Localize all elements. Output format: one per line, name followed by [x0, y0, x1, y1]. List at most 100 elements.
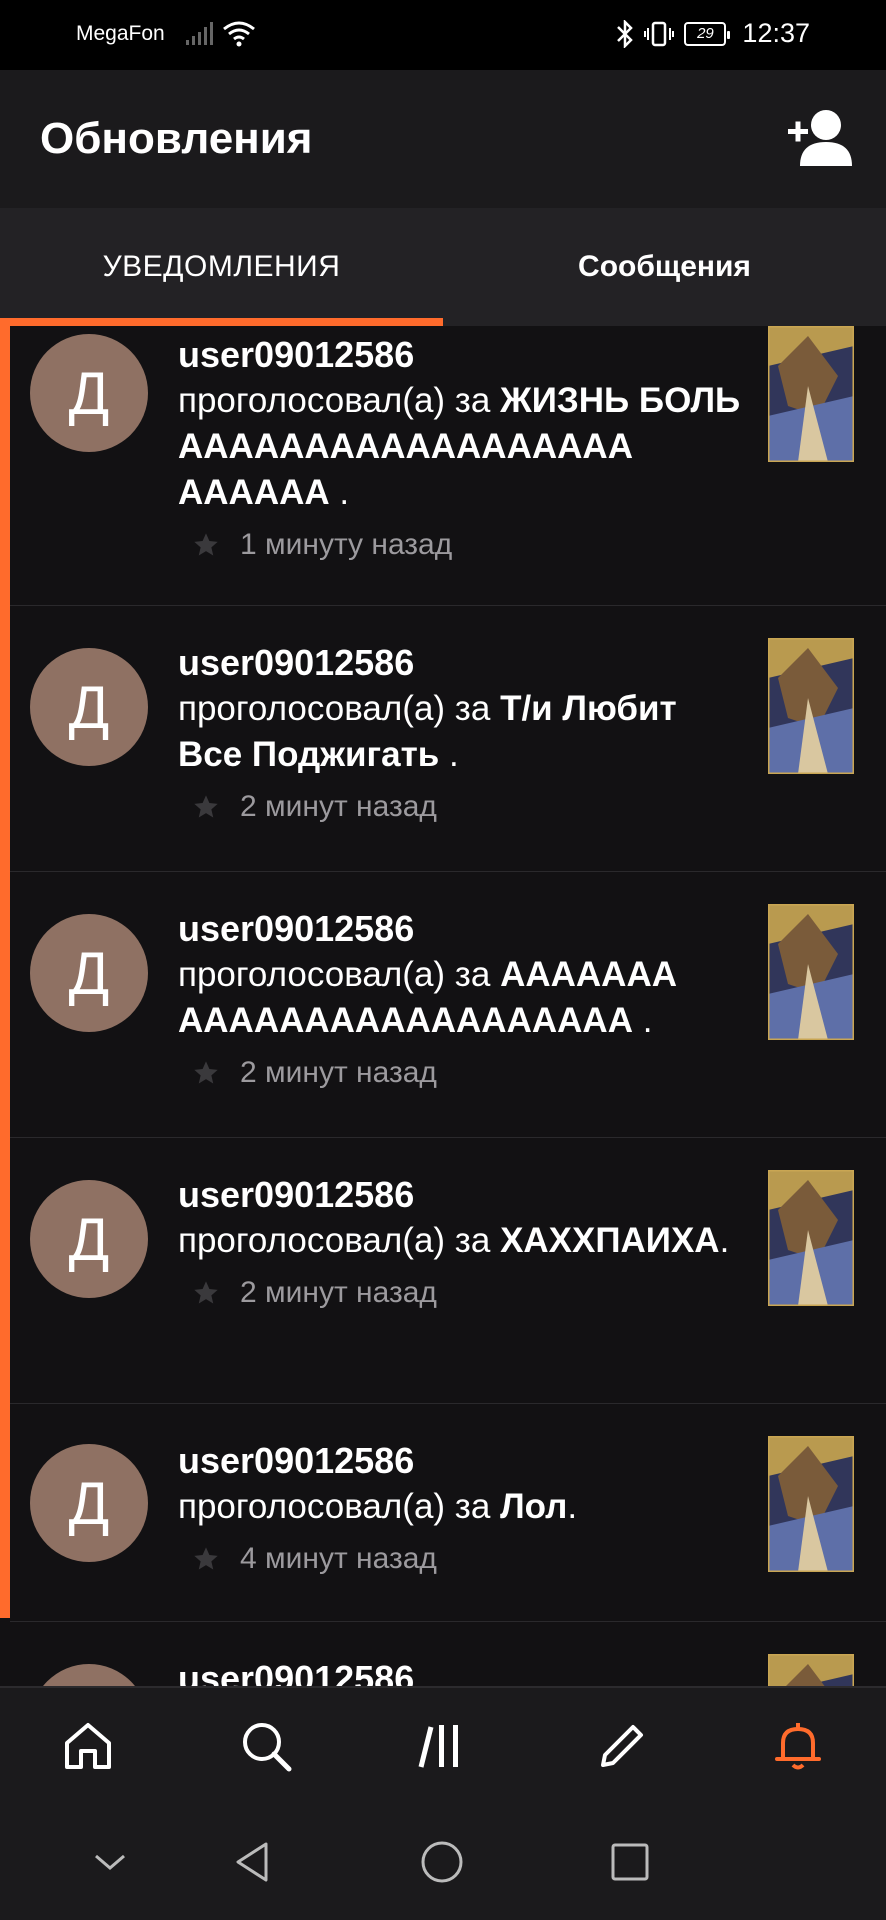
- nav-search[interactable]: [236, 1716, 296, 1776]
- tab-active-indicator: [0, 318, 443, 326]
- story-cover-thumbnail[interactable]: [768, 1654, 854, 1686]
- unread-accent-bar: [0, 326, 10, 1618]
- username[interactable]: user09012586: [178, 906, 748, 952]
- notification-item[interactable]: Д user09012586: [10, 1622, 886, 1686]
- notification-message: проголосовал(а) за ААААААА ААААААААААААА…: [178, 952, 748, 1044]
- notification-meta: 2 минут назад: [192, 1276, 748, 1310]
- system-nav-bar: [0, 1796, 886, 1920]
- notification-body: user09012586: [178, 1656, 748, 1686]
- star-icon: [194, 1547, 218, 1570]
- notification-body: user09012586 проголосовал(а) за ААААААА …: [178, 906, 748, 1090]
- bell-icon: [775, 1723, 821, 1770]
- home-icon: [65, 1723, 111, 1769]
- notification-message: проголосовал(а) за ХАХХПАИХА.: [178, 1218, 748, 1264]
- bottom-nav: [0, 1686, 886, 1796]
- add-user-button[interactable]: [786, 108, 856, 168]
- message-suffix: .: [439, 735, 459, 774]
- avatar[interactable]: Д: [30, 648, 148, 766]
- message-suffix: .: [567, 1487, 578, 1526]
- action-text: проголосовал(а) за: [178, 1487, 491, 1526]
- nav-notifications[interactable]: [768, 1716, 828, 1776]
- story-cover-thumbnail[interactable]: [768, 638, 854, 774]
- battery-indicator: 29: [684, 21, 731, 46]
- back-button[interactable]: [230, 1840, 274, 1884]
- tab-notifications[interactable]: УВЕДОМЛЕНИЯ: [0, 208, 443, 326]
- nav-write[interactable]: [592, 1716, 652, 1776]
- avatar[interactable]: Д: [30, 334, 148, 452]
- notification-item[interactable]: Д user09012586 проголосовал(а) за Лол. 4…: [10, 1404, 886, 1622]
- notification-meta: 4 минут назад: [192, 1542, 748, 1576]
- avatar[interactable]: Д: [30, 1664, 148, 1686]
- hide-nav-button[interactable]: [88, 1840, 132, 1884]
- story-cover-thumbnail[interactable]: [768, 326, 854, 462]
- story-cover-thumbnail[interactable]: [768, 1436, 854, 1572]
- search-icon: [243, 1723, 292, 1772]
- carrier-label: MegaFon: [76, 22, 165, 45]
- tab-messages[interactable]: Сообщения: [443, 208, 886, 326]
- notification-body: user09012586 проголосовал(а) за ХАХХПАИХ…: [178, 1172, 748, 1310]
- add-user-icon: [788, 110, 852, 166]
- star-icon: [194, 533, 218, 556]
- recents-button[interactable]: [608, 1840, 652, 1884]
- library-icon: [418, 1725, 458, 1768]
- username[interactable]: user09012586: [178, 1438, 748, 1484]
- tab-bar: УВЕДОМЛЕНИЯ Сообщения: [0, 208, 886, 326]
- timestamp: 4 минут назад: [240, 1542, 437, 1575]
- notification-item[interactable]: Д user09012586 проголосовал(а) за Т/и Лю…: [10, 606, 886, 872]
- action-text: проголосовал(а) за: [178, 955, 491, 994]
- notification-message: проголосовал(а) за ЖИЗНЬ БОЛЬ АААААААААА…: [178, 378, 748, 516]
- notification-body: user09012586 проголосовал(а) за Лол. 4 м…: [178, 1438, 748, 1576]
- notification-body: user09012586 проголосовал(а) за ЖИЗНЬ БО…: [178, 332, 748, 562]
- status-right: 29 12:37: [616, 18, 810, 49]
- timestamp: 1 минуту назад: [240, 528, 453, 561]
- story-title[interactable]: Лол: [500, 1487, 567, 1526]
- story-cover-thumbnail[interactable]: [768, 904, 854, 1040]
- page-title: Обновления: [40, 114, 313, 163]
- star-icon: [194, 795, 218, 818]
- story-cover-thumbnail[interactable]: [768, 1170, 854, 1306]
- chevron-down-icon: [95, 1854, 125, 1870]
- avatar[interactable]: Д: [30, 1444, 148, 1562]
- username[interactable]: user09012586: [178, 332, 748, 378]
- notification-item[interactable]: Д user09012586 проголосовал(а) за ЖИЗНЬ …: [10, 326, 886, 606]
- action-text: проголосовал(а) за: [178, 1221, 491, 1260]
- nav-home[interactable]: [58, 1716, 118, 1776]
- star-icon: [194, 1281, 218, 1304]
- notification-message: проголосовал(а) за Т/и Любит Все Поджига…: [178, 686, 748, 778]
- action-text: проголосовал(а) за: [178, 689, 491, 728]
- app-header: Обновления: [0, 70, 886, 208]
- timestamp: 2 минут назад: [240, 1276, 437, 1309]
- action-text: проголосовал(а) за: [178, 381, 491, 420]
- pencil-icon: [601, 1725, 643, 1767]
- timestamp: 2 минут назад: [240, 790, 437, 823]
- username[interactable]: user09012586: [178, 1172, 748, 1218]
- home-circle-icon: [421, 1841, 463, 1883]
- notification-item[interactable]: Д user09012586 проголосовал(а) за АААААА…: [10, 872, 886, 1138]
- bluetooth-icon: [617, 19, 634, 48]
- timestamp: 2 минут назад: [240, 1056, 437, 1089]
- clock: 12:37: [742, 18, 810, 48]
- wifi-icon: [223, 21, 255, 47]
- message-suffix: .: [329, 473, 350, 512]
- notification-message: проголосовал(а) за Лол.: [178, 1484, 748, 1530]
- notification-list[interactable]: Д user09012586 проголосовал(а) за ЖИЗНЬ …: [0, 326, 886, 1686]
- status-bar: MegaFon 29 12:37: [0, 0, 886, 70]
- star-icon: [194, 1061, 218, 1084]
- story-title[interactable]: ХАХХПАИХА: [500, 1221, 720, 1260]
- username[interactable]: user09012586: [178, 1656, 748, 1686]
- home-button[interactable]: [420, 1840, 464, 1884]
- back-triangle-icon: [236, 1842, 268, 1882]
- message-suffix: .: [719, 1221, 730, 1260]
- message-suffix: .: [632, 1001, 653, 1040]
- avatar[interactable]: Д: [30, 914, 148, 1032]
- signal-icon: [186, 22, 213, 45]
- avatar[interactable]: Д: [30, 1180, 148, 1298]
- notification-item[interactable]: Д user09012586 проголосовал(а) за ХАХХПА…: [10, 1138, 886, 1404]
- username[interactable]: user09012586: [178, 640, 748, 686]
- vibrate-icon: [644, 21, 675, 46]
- nav-library[interactable]: [414, 1716, 474, 1776]
- notification-body: user09012586 проголосовал(а) за Т/и Люби…: [178, 640, 748, 824]
- recents-square-icon: [611, 1843, 649, 1881]
- notification-meta: 2 минут назад: [192, 790, 748, 824]
- notification-meta: 1 минуту назад: [192, 528, 748, 562]
